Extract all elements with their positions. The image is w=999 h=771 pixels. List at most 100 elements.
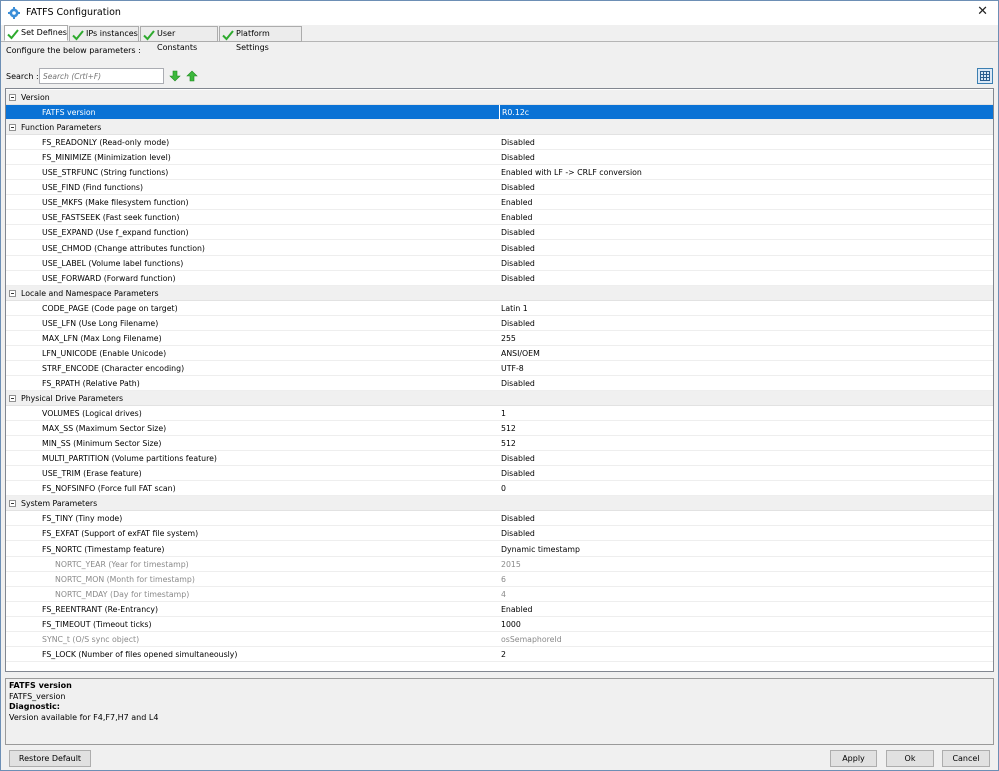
cancel-button[interactable]: Cancel bbox=[942, 750, 990, 767]
param-value[interactable]: Enabled with LF -> CRLF conversion bbox=[501, 165, 642, 180]
check-icon bbox=[72, 30, 84, 41]
category-row-function[interactable]: Function Parameters bbox=[6, 120, 993, 136]
param-value[interactable]: R0.12c bbox=[499, 105, 529, 121]
param-value[interactable]: 1 bbox=[501, 406, 506, 421]
param-name: FS_LOCK (Number of files opened simultan… bbox=[42, 649, 238, 659]
category-label: System Parameters bbox=[21, 499, 98, 509]
param-row-nortc-mon[interactable]: NORTC_MON (Month for timestamp) 6 bbox=[6, 572, 993, 587]
param-value[interactable]: 1000 bbox=[501, 617, 521, 632]
ok-button[interactable]: Ok bbox=[886, 750, 934, 767]
param-row-fs-lock[interactable]: FS_LOCK (Number of files opened simultan… bbox=[6, 647, 993, 662]
param-row-fs-tiny[interactable]: FS_TINY (Tiny mode) Disabled bbox=[6, 511, 993, 527]
collapse-icon[interactable] bbox=[9, 289, 16, 297]
param-row-lfn-unicode[interactable]: LFN_UNICODE (Enable Unicode) ANSI/OEM bbox=[6, 346, 993, 361]
param-row-use-expand[interactable]: USE_EXPAND (Use f_expand function) Disabl… bbox=[6, 225, 993, 241]
param-value[interactable]: Latin 1 bbox=[501, 301, 528, 316]
param-row-fs-reentrant[interactable]: FS_REENTRANT (Re-Entrancy) Enabled bbox=[6, 602, 993, 617]
param-value[interactable]: 2015 bbox=[501, 557, 521, 572]
param-value[interactable]: 512 bbox=[501, 436, 516, 451]
param-name: USE_EXPAND (Use f_expand function) bbox=[42, 228, 189, 238]
param-value[interactable]: Disabled bbox=[501, 376, 535, 391]
param-value[interactable]: Disabled bbox=[501, 526, 535, 541]
parameter-tree[interactable]: Version FATFS version R0.12c Function Param… bbox=[5, 88, 994, 672]
param-row-sync-t[interactable]: SYNC_t (O/S sync object) osSemaphoreId bbox=[6, 632, 993, 647]
param-name: USE_FIND (Find functions) bbox=[42, 183, 144, 193]
param-row-use-mkfs[interactable]: USE_MKFS (Make filesystem function) Enabl… bbox=[6, 195, 993, 211]
param-row-nortc-year[interactable]: NORTC_YEAR (Year for timestamp) 2015 bbox=[6, 557, 993, 572]
tab-ips-instances[interactable]: IPs instances bbox=[69, 26, 139, 42]
param-row-min-ss[interactable]: MIN_SS (Minimum Sector Size) 512 bbox=[6, 436, 993, 452]
param-value[interactable]: osSemaphoreId bbox=[501, 632, 562, 647]
collapse-icon[interactable] bbox=[9, 124, 16, 132]
param-row-code-page[interactable]: CODE_PAGE (Code page on target) Latin 1 bbox=[6, 301, 993, 316]
param-row-fs-exfat[interactable]: FS_EXFAT (Support of exFAT file system) D… bbox=[6, 526, 993, 542]
collapse-icon[interactable] bbox=[9, 94, 16, 101]
param-row-use-fastseek[interactable]: USE_FASTSEEK (Fast seek function) Enabled bbox=[6, 210, 993, 226]
param-name: USE_LFN (Use Long Filename) bbox=[42, 318, 159, 328]
param-value[interactable]: 2 bbox=[501, 647, 506, 662]
param-row-multi-partition[interactable]: MULTI_PARTITION (Volume partitions featu… bbox=[6, 451, 993, 467]
description-panel: FATFS version FATFS_version Diagnostic: … bbox=[5, 678, 994, 745]
apply-button[interactable]: Apply bbox=[830, 750, 877, 767]
param-row-fs-readonly[interactable]: FS_READONLY (Read-only mode) Disabled bbox=[6, 135, 993, 151]
restore-default-button[interactable]: Restore Default bbox=[9, 750, 91, 767]
param-value[interactable]: Disabled bbox=[501, 225, 535, 240]
param-row-strf-encode[interactable]: STRF_ENCODE (Character encoding) UTF-8 bbox=[6, 361, 993, 376]
arrow-down-icon[interactable] bbox=[168, 69, 182, 83]
param-value[interactable]: Disabled bbox=[501, 180, 535, 195]
param-row-use-label[interactable]: USE_LABEL (Volume label functions) Disabl… bbox=[6, 256, 993, 271]
tab-set-defines[interactable]: Set Defines bbox=[4, 25, 68, 41]
param-row-use-find[interactable]: USE_FIND (Find functions) Disabled bbox=[6, 180, 993, 196]
category-row-locale[interactable]: Locale and Namespace Parameters bbox=[6, 285, 993, 301]
param-row-max-ss[interactable]: MAX_SS (Maximum Sector Size) 512 bbox=[6, 421, 993, 437]
param-value[interactable]: Dynamic timestamp bbox=[501, 542, 580, 557]
param-row-fs-rpath[interactable]: FS_RPATH (Relative Path) Disabled bbox=[6, 376, 993, 391]
param-value[interactable]: Enabled bbox=[501, 210, 533, 225]
collapse-icon[interactable] bbox=[9, 395, 16, 402]
param-value[interactable]: 0 bbox=[501, 481, 506, 496]
param-value[interactable]: Disabled bbox=[501, 135, 535, 150]
tab-user-constants[interactable]: User Constants bbox=[140, 26, 218, 52]
param-value[interactable]: UTF-8 bbox=[501, 361, 524, 376]
param-value[interactable]: Disabled bbox=[501, 316, 535, 331]
param-row-nortc-mday[interactable]: NORTC_MDAY (Day for timestamp) 4 bbox=[6, 587, 993, 602]
param-value[interactable]: Enabled bbox=[501, 602, 533, 617]
param-row-fs-timeout[interactable]: FS_TIMEOUT (Timeout ticks) 1000 bbox=[6, 617, 993, 632]
param-row-use-chmod[interactable]: USE_CHMOD (Change attributes function) Di… bbox=[6, 241, 993, 256]
arrow-up-icon[interactable] bbox=[185, 69, 199, 83]
param-row-use-trim[interactable]: USE_TRIM (Erase feature) Disabled bbox=[6, 466, 993, 482]
param-value[interactable]: Disabled bbox=[501, 241, 535, 256]
collapse-icon[interactable] bbox=[9, 500, 16, 508]
close-icon[interactable]: ✕ bbox=[977, 5, 988, 19]
param-row-fs-minimize[interactable]: FS_MINIMIZE (Minimization level) Disabled bbox=[6, 150, 993, 166]
param-row-use-lfn[interactable]: USE_LFN (Use Long Filename) Disabled bbox=[6, 316, 993, 331]
param-value[interactable]: 6 bbox=[501, 572, 506, 587]
param-row-max-lfn[interactable]: MAX_LFN (Max Long Filename) 255 bbox=[6, 331, 993, 346]
param-row-fs-nofsinfo[interactable]: FS_NOFSINFO (Force full FAT scan) 0 bbox=[6, 481, 993, 497]
param-row-fs-nortc[interactable]: FS_NORTC (Timestamp feature) Dynamic time… bbox=[6, 542, 993, 557]
param-value[interactable]: 4 bbox=[501, 587, 506, 602]
param-value[interactable]: ANSI/OEM bbox=[501, 346, 540, 361]
param-row-fatfs[interactable]: FATFS version R0.12c bbox=[6, 105, 993, 121]
param-value[interactable]: Disabled bbox=[501, 451, 535, 466]
toggle-view-button[interactable] bbox=[977, 68, 993, 84]
tab-platform-settings[interactable]: Platform Settings bbox=[219, 26, 302, 52]
category-row-physical[interactable]: Physical Drive Parameters bbox=[6, 391, 993, 406]
param-value[interactable]: Disabled bbox=[501, 271, 535, 286]
category-row-system[interactable]: System Parameters bbox=[6, 496, 993, 512]
param-name: USE_FASTSEEK (Fast seek function) bbox=[42, 213, 180, 223]
param-value[interactable]: Disabled bbox=[501, 466, 535, 481]
param-name: USE_STRFUNC (String functions) bbox=[42, 168, 169, 178]
param-row-use-strfunc[interactable]: USE_STRFUNC (String functions) Enabled wi… bbox=[6, 165, 993, 181]
param-value[interactable]: Disabled bbox=[501, 511, 535, 526]
param-value[interactable]: Disabled bbox=[501, 256, 535, 271]
param-value[interactable]: 512 bbox=[501, 421, 516, 436]
param-row-use-forward[interactable]: USE_FORWARD (Forward function) Disabled bbox=[6, 271, 993, 286]
category-row-version[interactable]: Version bbox=[6, 90, 993, 105]
param-value[interactable]: Disabled bbox=[501, 150, 535, 165]
param-value[interactable]: Enabled bbox=[501, 195, 533, 210]
param-row-volumes[interactable]: VOLUMES (Logical drives) 1 bbox=[6, 406, 993, 422]
search-input[interactable] bbox=[39, 68, 164, 84]
param-name: USE_FORWARD (Forward function) bbox=[42, 273, 176, 283]
param-value[interactable]: 255 bbox=[501, 331, 516, 346]
